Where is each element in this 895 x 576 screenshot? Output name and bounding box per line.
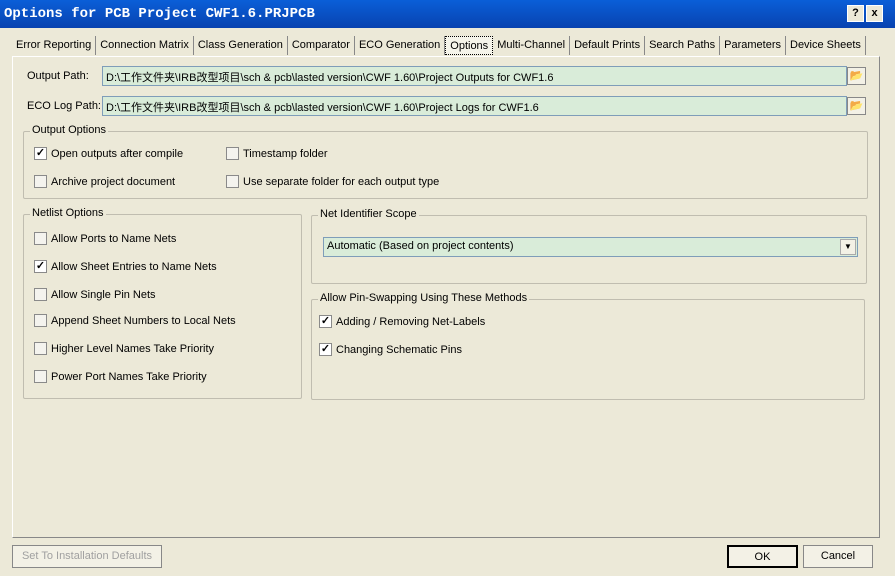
- close-button[interactable]: x: [866, 5, 883, 22]
- tab-default-prints[interactable]: Default Prints: [570, 36, 646, 55]
- tab-bar: Error Reporting Connection Matrix Class …: [12, 36, 866, 55]
- checkbox-power-port-names[interactable]: Power Port Names Take Priority: [34, 370, 207, 383]
- eco-log-path-input[interactable]: D:\工作文件夹\IRB改型项目\sch & pcb\lasted versio…: [102, 96, 847, 116]
- select-value: Automatic (Based on project contents): [327, 240, 514, 252]
- checkbox-single-pin-nets[interactable]: Allow Single Pin Nets: [34, 288, 156, 301]
- checkbox-box: [34, 232, 47, 245]
- checkbox-changing-schematic-pins[interactable]: ✓ Changing Schematic Pins: [319, 343, 462, 356]
- eco-log-path-label: ECO Log Path:: [27, 100, 101, 112]
- checkbox-box: [226, 175, 239, 188]
- group-title: Allow Pin-Swapping Using These Methods: [318, 292, 530, 304]
- title-bar: Options for PCB Project CWF1.6.PRJPCB ? …: [0, 0, 895, 28]
- checkbox-box: [34, 370, 47, 383]
- cancel-button[interactable]: Cancel: [803, 545, 873, 568]
- check-icon: ✓: [319, 315, 332, 328]
- checkbox-higher-level-names[interactable]: Higher Level Names Take Priority: [34, 342, 214, 355]
- tab-parameters[interactable]: Parameters: [720, 36, 786, 55]
- output-path-input[interactable]: D:\工作文件夹\IRB改型项目\sch & pcb\lasted versio…: [102, 66, 847, 86]
- checkbox-open-outputs[interactable]: ✓ Open outputs after compile: [34, 147, 183, 160]
- tab-device-sheets[interactable]: Device Sheets: [786, 36, 866, 55]
- checkbox-box: [34, 288, 47, 301]
- checkbox-separate-folder[interactable]: Use separate folder for each output type: [226, 175, 439, 188]
- check-icon: ✓: [34, 147, 47, 160]
- checkbox-label: Higher Level Names Take Priority: [51, 342, 215, 355]
- checkbox-label: Timestamp folder: [243, 147, 328, 160]
- checkbox-append-sheet-numbers[interactable]: Append Sheet Numbers to Local Nets: [34, 314, 236, 327]
- tab-class-generation[interactable]: Class Generation: [194, 36, 288, 55]
- ok-button[interactable]: OK: [727, 545, 798, 568]
- window-title: Options for PCB Project CWF1.6.PRJPCB: [4, 6, 315, 22]
- tab-multi-channel[interactable]: Multi-Channel: [493, 36, 571, 55]
- checkbox-label: Archive project document: [51, 175, 176, 188]
- chevron-down-icon[interactable]: ▼: [840, 239, 856, 255]
- tab-eco-generation[interactable]: ECO Generation: [355, 36, 446, 55]
- help-button[interactable]: ?: [847, 5, 864, 22]
- tab-error-reporting[interactable]: Error Reporting: [12, 36, 97, 55]
- net-scope-select[interactable]: Automatic (Based on project contents) ▼: [323, 237, 858, 257]
- checkbox-archive-project[interactable]: Archive project document: [34, 175, 175, 188]
- tab-options[interactable]: Options: [445, 36, 494, 55]
- group-title: Netlist Options: [30, 207, 106, 219]
- checkbox-label: Allow Sheet Entries to Name Nets: [51, 260, 217, 273]
- checkbox-label: Allow Ports to Name Nets: [51, 232, 177, 245]
- group-title: Output Options: [30, 124, 108, 136]
- checkbox-sheet-entries[interactable]: ✓ Allow Sheet Entries to Name Nets: [34, 260, 217, 273]
- checkbox-label: Changing Schematic Pins: [336, 343, 462, 356]
- check-icon: ✓: [319, 343, 332, 356]
- checkbox-label: Adding / Removing Net-Labels: [336, 315, 486, 328]
- checkbox-label: Open outputs after compile: [51, 147, 184, 160]
- checkbox-label: Append Sheet Numbers to Local Nets: [51, 314, 236, 327]
- check-icon: ✓: [34, 260, 47, 273]
- checkbox-box: [34, 175, 47, 188]
- checkbox-box: [34, 314, 47, 327]
- checkbox-box: [226, 147, 239, 160]
- checkbox-label: Use separate folder for each output type: [243, 175, 440, 188]
- checkbox-timestamp-folder[interactable]: Timestamp folder: [226, 147, 328, 160]
- set-installation-defaults-button[interactable]: Set To Installation Defaults: [12, 545, 162, 568]
- checkbox-ports-name-nets[interactable]: Allow Ports to Name Nets: [34, 232, 176, 245]
- tab-connection-matrix[interactable]: Connection Matrix: [96, 36, 194, 55]
- output-path-label: Output Path:: [27, 70, 89, 82]
- output-options-group: Output Options: [23, 124, 868, 199]
- tab-search-paths[interactable]: Search Paths: [645, 36, 721, 55]
- checkbox-label: Power Port Names Take Priority: [51, 370, 207, 383]
- group-title: Net Identifier Scope: [318, 208, 419, 220]
- checkbox-box: [34, 342, 47, 355]
- tab-comparator[interactable]: Comparator: [288, 36, 355, 55]
- checkbox-adding-removing-net-labels[interactable]: ✓ Adding / Removing Net-Labels: [319, 315, 485, 328]
- folder-browse-icon[interactable]: 📂: [847, 97, 866, 115]
- checkbox-label: Allow Single Pin Nets: [51, 288, 156, 301]
- folder-browse-icon[interactable]: 📂: [847, 67, 866, 85]
